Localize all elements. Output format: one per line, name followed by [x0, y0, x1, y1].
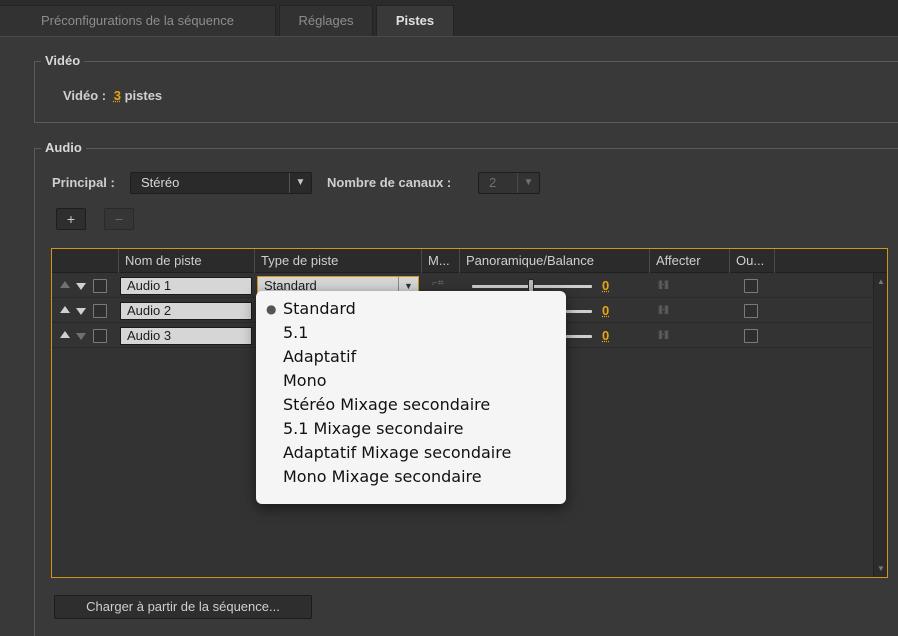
video-unit: pistes [124, 88, 163, 103]
dropdown-option-adaptive-submix[interactable]: Adaptatif Mixage secondaire [256, 441, 566, 465]
move-up-icon[interactable] [60, 281, 70, 288]
table-scrollbar[interactable]: ▲ ▼ [873, 273, 887, 577]
move-up-icon[interactable] [60, 331, 70, 338]
dropdown-option-mono[interactable]: Mono [256, 369, 566, 393]
tab-tracks[interactable]: Pistes [376, 5, 454, 37]
tab-bar: Préconfigurations de la séquence Réglage… [0, 0, 898, 37]
dropdown-option-label: 5.1 [283, 323, 309, 342]
dropdown-option-stereo-submix[interactable]: Stéréo Mixage secondaire [256, 393, 566, 417]
scroll-down-icon[interactable]: ▼ [877, 564, 885, 573]
col-output[interactable]: Ou... [729, 249, 774, 273]
dropdown-option-label: Adaptatif Mixage secondaire [283, 443, 512, 462]
track-name-field[interactable]: Audio 1 [120, 277, 252, 295]
dropdown-option-mono-submix[interactable]: Mono Mixage secondaire [256, 465, 566, 489]
assign-icon[interactable]: |||·||| [658, 304, 669, 314]
pan-value[interactable]: 0 [602, 328, 609, 343]
dropdown-option-label: 5.1 Mixage secondaire [283, 419, 464, 438]
selected-bullet-icon: ● [266, 302, 277, 316]
principal-label: Principal : [52, 175, 115, 190]
pan-value[interactable]: 0 [602, 303, 609, 318]
tab-divider [0, 36, 898, 37]
dropdown-option-5-1-submix[interactable]: 5.1 Mixage secondaire [256, 417, 566, 441]
audio-group-title: Audio [41, 140, 86, 155]
col-assign[interactable]: Affecter [649, 249, 729, 273]
chevron-down-icon: ▼ [289, 173, 311, 193]
pan-value[interactable]: 0 [602, 278, 609, 293]
dropdown-option-standard[interactable]: ● Standard [256, 297, 566, 321]
assign-icon[interactable]: |||·||| [658, 279, 669, 289]
principal-select[interactable]: Stéréo ▼ [130, 172, 312, 194]
move-down-icon[interactable] [76, 308, 86, 315]
load-from-sequence-button[interactable]: Charger à partir de la séquence... [54, 595, 312, 619]
dropdown-option-label: Adaptatif [283, 347, 357, 366]
dropdown-option-adaptive[interactable]: Adaptatif [256, 345, 566, 369]
scroll-up-icon[interactable]: ▲ [877, 277, 885, 286]
move-down-icon[interactable] [76, 283, 86, 290]
video-group: Vidéo [34, 53, 898, 123]
row-checkbox[interactable] [93, 329, 107, 343]
mono-icon: ⌐⌗ [432, 278, 444, 289]
assign-icon[interactable]: |||·||| [658, 329, 669, 339]
track-name-field[interactable]: Audio 2 [120, 302, 252, 320]
row-checkbox[interactable] [93, 279, 107, 293]
col-pan-balance[interactable]: Panoramique/Balance [459, 249, 649, 273]
row-checkbox[interactable] [93, 304, 107, 318]
dropdown-option-label: Stéréo Mixage secondaire [283, 395, 491, 414]
move-up-icon[interactable] [60, 306, 70, 313]
remove-track-button[interactable]: − [104, 208, 134, 230]
move-down-icon[interactable] [76, 333, 86, 340]
table-header: Nom de piste Type de piste M... Panorami… [52, 249, 887, 273]
dropdown-option-label: Mono [283, 371, 327, 390]
channels-label: Nombre de canaux : [327, 175, 452, 190]
output-checkbox[interactable] [744, 304, 758, 318]
video-label: Vidéo : [63, 88, 107, 103]
video-group-title: Vidéo [41, 53, 85, 68]
col-track-type[interactable]: Type de piste [254, 249, 421, 273]
channels-select[interactable]: 2 ▼ [478, 172, 540, 194]
video-tracks-row: Vidéo : 3 pistes [63, 88, 162, 103]
tab-settings[interactable]: Réglages [279, 5, 373, 37]
dropdown-option-label: Mono Mixage secondaire [283, 467, 482, 486]
channels-select-value: 2 [489, 175, 497, 190]
video-track-count[interactable]: 3 [114, 88, 121, 103]
add-track-button[interactable]: + [56, 208, 86, 230]
tab-sequence-presets[interactable]: Préconfigurations de la séquence [0, 5, 276, 37]
principal-select-value: Stéréo [141, 175, 180, 190]
col-empty [774, 249, 834, 273]
chevron-down-icon: ▼ [517, 173, 539, 193]
track-type-dropdown: ● Standard 5.1 Adaptatif Mono Stéréo Mix… [256, 291, 566, 504]
col-track-name[interactable]: Nom de piste [118, 249, 254, 273]
dropdown-option-label: Standard [283, 299, 356, 318]
output-checkbox[interactable] [744, 329, 758, 343]
output-checkbox[interactable] [744, 279, 758, 293]
col-mute[interactable]: M... [421, 249, 459, 273]
dropdown-option-5-1[interactable]: 5.1 [256, 321, 566, 345]
track-name-field[interactable]: Audio 3 [120, 327, 252, 345]
